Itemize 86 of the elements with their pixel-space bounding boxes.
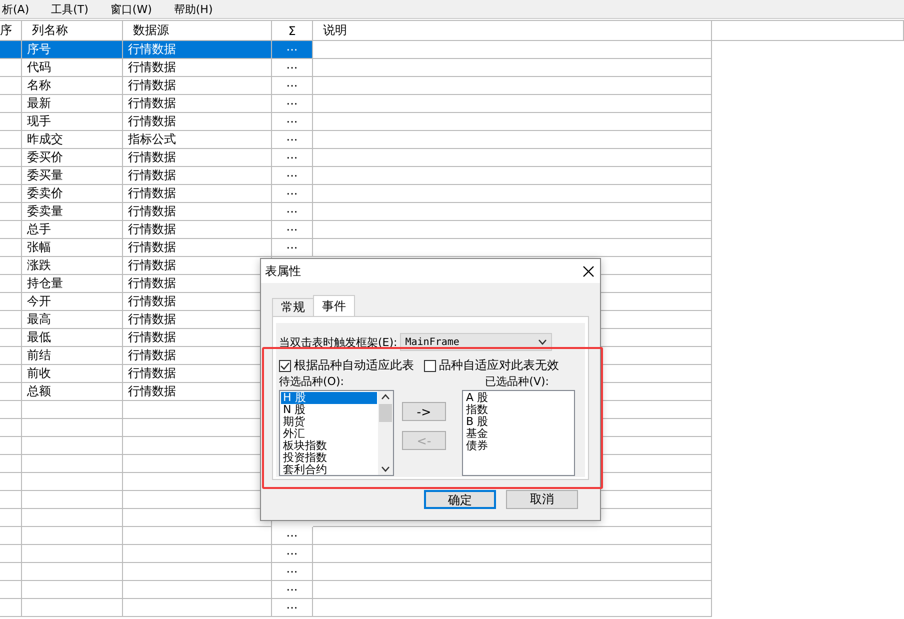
menu-item[interactable]: 析(A)	[2, 2, 30, 16]
chevron-down-icon	[538, 339, 548, 345]
table-cell: 行情数据	[123, 95, 272, 113]
list-item[interactable]: 基金	[464, 428, 573, 440]
table-cell: 行情数据	[123, 239, 272, 257]
ellipsis-button[interactable]: ···	[272, 167, 313, 185]
ellipsis-button[interactable]: ···	[272, 221, 313, 239]
ellipsis-button[interactable]: ···	[272, 41, 313, 59]
dialog-button[interactable]: 确定	[424, 490, 496, 509]
table-cell: 代码	[22, 59, 123, 77]
list-item[interactable]: 外汇	[281, 428, 377, 440]
list-item[interactable]: 投资指数	[281, 452, 377, 464]
table-cell: 总额	[22, 383, 123, 401]
scroll-up-icon[interactable]	[381, 394, 390, 400]
table-cell: 张幅	[22, 239, 123, 257]
frame-label: 当双击表时触发框架(E):	[279, 334, 398, 350]
list-item[interactable]: H 股	[281, 392, 377, 404]
menu-item[interactable]: 窗口(W)	[110, 2, 152, 16]
ellipsis-button[interactable]: ···	[272, 599, 313, 617]
checkbox-label[interactable]: 根据品种自动适应此表	[279, 357, 414, 374]
list-label: 已选品种(V):	[485, 374, 549, 389]
scrollbar[interactable]	[378, 391, 393, 475]
ellipsis-button[interactable]: ···	[272, 203, 313, 221]
table-cell: 行情数据	[123, 77, 272, 95]
checkbox-label[interactable]: 品种自适应对此表无效	[424, 357, 559, 374]
column-header[interactable]: 说明	[313, 20, 712, 41]
table-cell: 名称	[22, 77, 123, 95]
table-cell: 涨跌	[22, 257, 123, 275]
checkbox[interactable]	[424, 360, 436, 372]
table-cell: 委卖价	[22, 185, 123, 203]
table-cell: 行情数据	[123, 167, 272, 185]
column-header[interactable]: 列名称	[22, 20, 123, 41]
checkbox[interactable]	[279, 360, 291, 372]
scroll-thumb[interactable]	[379, 404, 392, 422]
close-icon[interactable]	[583, 266, 594, 276]
table-cell: 总手	[22, 221, 123, 239]
ellipsis-button[interactable]: ···	[272, 59, 313, 77]
table-cell: 委卖量	[22, 203, 123, 221]
table-cell: 行情数据	[123, 113, 272, 131]
list-item[interactable]: N 股	[281, 404, 377, 416]
ellipsis-button[interactable]: ···	[272, 149, 313, 167]
menu-item[interactable]: 工具(T)	[51, 2, 88, 16]
table-cell: 今开	[22, 293, 123, 311]
column-header[interactable]: 数据源	[123, 20, 272, 41]
table-cell: 序号	[22, 41, 123, 59]
table-cell: 行情数据	[123, 221, 272, 239]
ellipsis-button[interactable]: ···	[272, 563, 313, 581]
table-cell: 行情数据	[123, 149, 272, 167]
table-cell: 委买量	[22, 167, 123, 185]
ellipsis-button[interactable]: ···	[272, 545, 313, 563]
menu-item[interactable]: 帮助(H)	[174, 2, 213, 16]
ellipsis-button[interactable]: ···	[272, 527, 313, 545]
table-cell: 持仓量	[22, 275, 123, 293]
list-item[interactable]: A 股	[464, 392, 573, 404]
table-cell: 昨成交	[22, 131, 123, 149]
list-item[interactable]: 期货	[281, 416, 377, 428]
list-label: 待选品种(O):	[279, 374, 344, 389]
dialog-button[interactable]: 取消	[506, 490, 578, 509]
list-item[interactable]: 套利合约	[281, 464, 377, 475]
table-cell: 指标公式	[123, 131, 272, 149]
scroll-down-icon[interactable]	[381, 466, 390, 472]
table-cell: 行情数据	[123, 185, 272, 203]
table-cell: 前收	[22, 365, 123, 383]
table-cell: 最新	[22, 95, 123, 113]
move-button[interactable]: ->	[402, 402, 446, 421]
table-cell: 最低	[22, 329, 123, 347]
table-cell: 最高	[22, 311, 123, 329]
table-cell: 行情数据	[123, 203, 272, 221]
table-cell: 现手	[22, 113, 123, 131]
ellipsis-button[interactable]: ···	[272, 581, 313, 599]
ellipsis-button[interactable]: ···	[272, 77, 313, 95]
list-item[interactable]: 债券	[464, 440, 573, 452]
ellipsis-button[interactable]: ···	[272, 95, 313, 113]
table-cell: 前结	[22, 347, 123, 365]
tab[interactable]: 常规	[272, 298, 314, 316]
tab[interactable]: 事件	[313, 295, 355, 316]
ellipsis-button[interactable]: ···	[272, 113, 313, 131]
list-item[interactable]: B 股	[464, 416, 573, 428]
ellipsis-button[interactable]: ···	[272, 131, 313, 149]
list-item[interactable]: 指数	[464, 404, 573, 416]
table-cell: 行情数据	[123, 41, 272, 59]
table-cell: 行情数据	[123, 59, 272, 77]
table-cell: 委买价	[22, 149, 123, 167]
ellipsis-button[interactable]: ···	[272, 239, 313, 257]
ellipsis-button[interactable]: ···	[272, 185, 313, 203]
list-item[interactable]: 板块指数	[281, 440, 377, 452]
